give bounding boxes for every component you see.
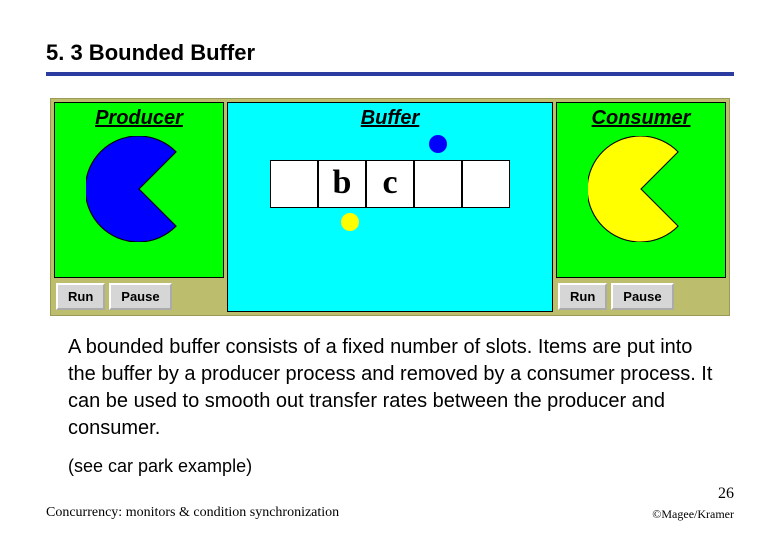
- buffer-slot: [270, 160, 318, 208]
- consumer-panel: Consumer: [556, 102, 726, 278]
- producer-run-button[interactable]: Run: [56, 283, 105, 310]
- consumer-run-button[interactable]: Run: [558, 283, 607, 310]
- consumer-label: Consumer: [592, 107, 691, 130]
- producer-controls: Run Pause: [54, 281, 224, 312]
- consumer-dot-icon: [341, 213, 359, 231]
- body-text: A bounded buffer consists of a fixed num…: [46, 334, 734, 442]
- buffer-bottom-dot-row: [228, 208, 552, 236]
- footer-copyright: ©Magee/Kramer: [652, 507, 734, 522]
- buffer-panel: Buffer b c: [227, 102, 553, 312]
- producer-panel: Producer: [54, 102, 224, 278]
- buffer-slot: [462, 160, 510, 208]
- buffer-slot: [414, 160, 462, 208]
- producer-label: Producer: [95, 107, 183, 130]
- buffer-slot: c: [366, 160, 414, 208]
- consumer-pacman-icon: [588, 136, 694, 242]
- see-also-text: (see car park example): [46, 442, 734, 477]
- buffer-slots: b c: [270, 160, 510, 208]
- footer-left: Concurrency: monitors & condition synchr…: [46, 505, 339, 521]
- producer-pacman-icon: [86, 136, 192, 242]
- consumer-controls: Run Pause: [556, 281, 726, 312]
- slide-title: 5. 3 Bounded Buffer: [46, 40, 734, 66]
- buffer-top-dot-row: [228, 130, 552, 158]
- producer-pause-button[interactable]: Pause: [109, 283, 171, 310]
- producer-dot-icon: [429, 135, 447, 153]
- slide-footer: Concurrency: monitors & condition synchr…: [46, 505, 734, 522]
- buffer-slot: b: [318, 160, 366, 208]
- consumer-pause-button[interactable]: Pause: [611, 283, 673, 310]
- title-rule: [46, 72, 734, 76]
- footer-page-number: 26: [718, 485, 734, 503]
- buffer-label: Buffer: [361, 107, 420, 130]
- applet-panel: Producer Buffer b c Consumer: [50, 98, 730, 316]
